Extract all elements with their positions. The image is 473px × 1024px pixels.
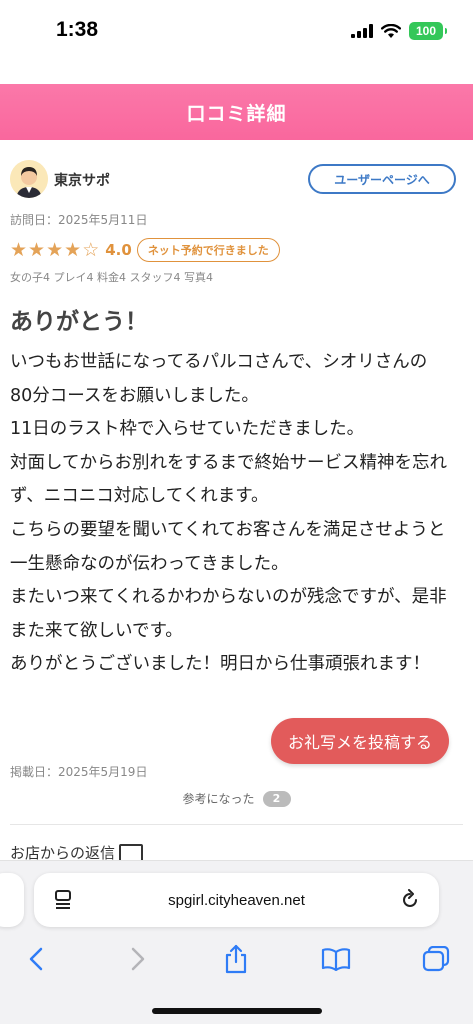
browser-toolbar xyxy=(0,939,473,979)
back-button[interactable] xyxy=(16,939,56,979)
signal-icon xyxy=(351,24,373,38)
page-header: 口コミ詳細 xyxy=(0,84,473,140)
review-title: ありがとう！ xyxy=(10,309,148,335)
address-bar[interactable]: spgirl.cityheaven.net xyxy=(34,873,439,927)
star-filled-icon: ★ xyxy=(10,238,28,261)
tabs-button[interactable] xyxy=(416,939,456,979)
forward-button[interactable] xyxy=(118,939,158,979)
share-button[interactable] xyxy=(216,939,256,979)
status-time: 1:38 xyxy=(56,18,99,41)
bookmarks-button[interactable] xyxy=(316,939,356,979)
star-empty-icon: ☆ xyxy=(82,238,100,261)
net-reservation-badge: ネット予約で行きました xyxy=(136,238,280,262)
star-filled-icon: ★ xyxy=(64,238,82,261)
home-indicator xyxy=(152,1008,322,1014)
rating-stars: ★ ★ ★ ★ ☆ xyxy=(10,238,100,261)
helpful-count-badge: 2 xyxy=(262,790,291,807)
post-thanks-photo-button[interactable]: お礼写メを投稿する xyxy=(271,718,449,764)
star-filled-icon: ★ xyxy=(46,238,64,261)
avatar[interactable] xyxy=(10,160,48,198)
bookmarks-icon xyxy=(321,948,351,971)
url-text[interactable]: spgirl.cityheaven.net xyxy=(34,873,439,927)
rating-value: 4.0 xyxy=(105,241,132,259)
previous-tab-peek[interactable] xyxy=(0,873,24,927)
author-name[interactable]: 東京サポ xyxy=(54,170,110,190)
visit-date: 訪問日：2025年5月11日 xyxy=(10,213,148,227)
forward-icon xyxy=(131,947,145,971)
star-filled-icon: ★ xyxy=(28,238,46,261)
author-row: 東京サポ ユーザーページへ xyxy=(10,158,460,200)
user-page-button[interactable]: ユーザーページへ xyxy=(308,164,456,194)
battery-icon: 100 xyxy=(409,22,447,40)
tabs-icon xyxy=(422,946,450,972)
page-title: 口コミ詳細 xyxy=(186,102,287,125)
helpful-row[interactable]: 参考になった 2 xyxy=(0,790,473,807)
review-body: いつもお世話になってるパルコさんで、シオリさんの 80分コースをお願いしました。… xyxy=(10,352,447,675)
rating-row: ★ ★ ★ ★ ☆ 4.0 ネット予約で行きました xyxy=(10,237,280,263)
helpful-label[interactable]: 参考になった xyxy=(182,790,254,807)
reload-icon[interactable] xyxy=(399,889,421,911)
share-icon xyxy=(225,944,247,974)
status-icons: 100 xyxy=(351,22,447,40)
back-icon xyxy=(29,947,43,971)
divider xyxy=(10,824,463,825)
sub-ratings: 女の子4 プレイ4 料金4 スタッフ4 写真4 xyxy=(10,271,213,284)
status-bar: 1:38 100 xyxy=(0,0,473,62)
user-avatar-icon xyxy=(10,160,48,198)
wifi-icon xyxy=(381,23,401,38)
posted-date: 掲載日：2025年5月19日 xyxy=(10,765,148,779)
browser-bottom-bar: spgirl.cityheaven.net xyxy=(0,860,473,1024)
